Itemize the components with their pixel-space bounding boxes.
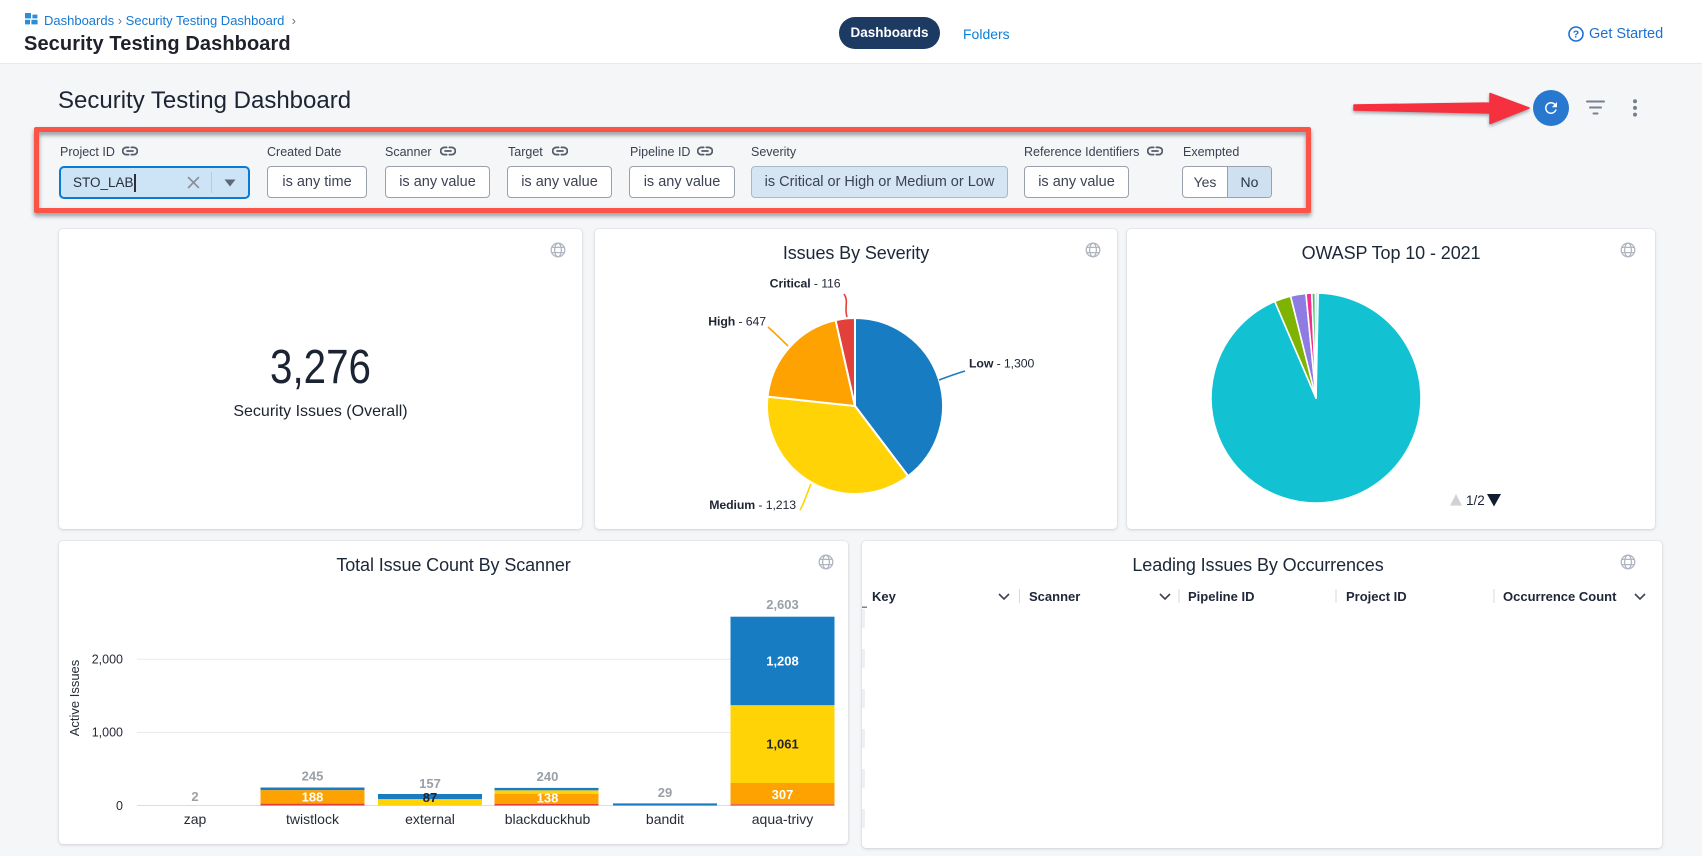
svg-text:138: 138 — [537, 791, 559, 806]
svg-text:external: external — [405, 811, 455, 827]
svg-text:2,000: 2,000 — [92, 653, 123, 667]
svg-text:1,208: 1,208 — [766, 654, 799, 669]
svg-text:1,061: 1,061 — [766, 737, 799, 752]
svg-text:Low - 1,300: Low - 1,300 — [969, 357, 1034, 371]
svg-text:Key: Key — [872, 589, 897, 604]
svg-text:bandit: bandit — [646, 811, 684, 827]
svg-text:Medium - 1,213: Medium - 1,213 — [709, 498, 796, 512]
svg-text:blackduckhub: blackduckhub — [505, 811, 591, 827]
svg-text:Project ID: Project ID — [1346, 589, 1407, 604]
svg-text:High - 647: High - 647 — [708, 315, 766, 329]
svg-text:?: ? — [1573, 29, 1579, 41]
svg-text:Pipeline ID: Pipeline ID — [1188, 589, 1254, 604]
svg-text:Scanner: Scanner — [1029, 589, 1080, 604]
svg-text:240: 240 — [537, 769, 559, 784]
svg-text:87: 87 — [423, 790, 437, 805]
svg-text:1/2: 1/2 — [1466, 493, 1485, 508]
svg-text:Active Issues: Active Issues — [67, 659, 82, 736]
svg-text:Occurrence Count: Occurrence Count — [1503, 589, 1617, 604]
svg-text:1,000: 1,000 — [92, 726, 123, 740]
svg-text:29: 29 — [658, 785, 672, 800]
svg-text:307: 307 — [772, 787, 794, 802]
svg-text:zap: zap — [184, 811, 207, 827]
svg-text:2,603: 2,603 — [766, 597, 799, 612]
svg-text:157: 157 — [419, 776, 441, 791]
svg-text:0: 0 — [116, 799, 123, 813]
svg-text:2: 2 — [191, 789, 198, 804]
svg-text:aqua-trivy: aqua-trivy — [752, 811, 813, 827]
svg-text:Critical - 116: Critical - 116 — [770, 277, 841, 291]
svg-text:twistlock: twistlock — [286, 811, 340, 827]
svg-text:245: 245 — [302, 769, 324, 784]
svg-text:188: 188 — [302, 790, 324, 805]
